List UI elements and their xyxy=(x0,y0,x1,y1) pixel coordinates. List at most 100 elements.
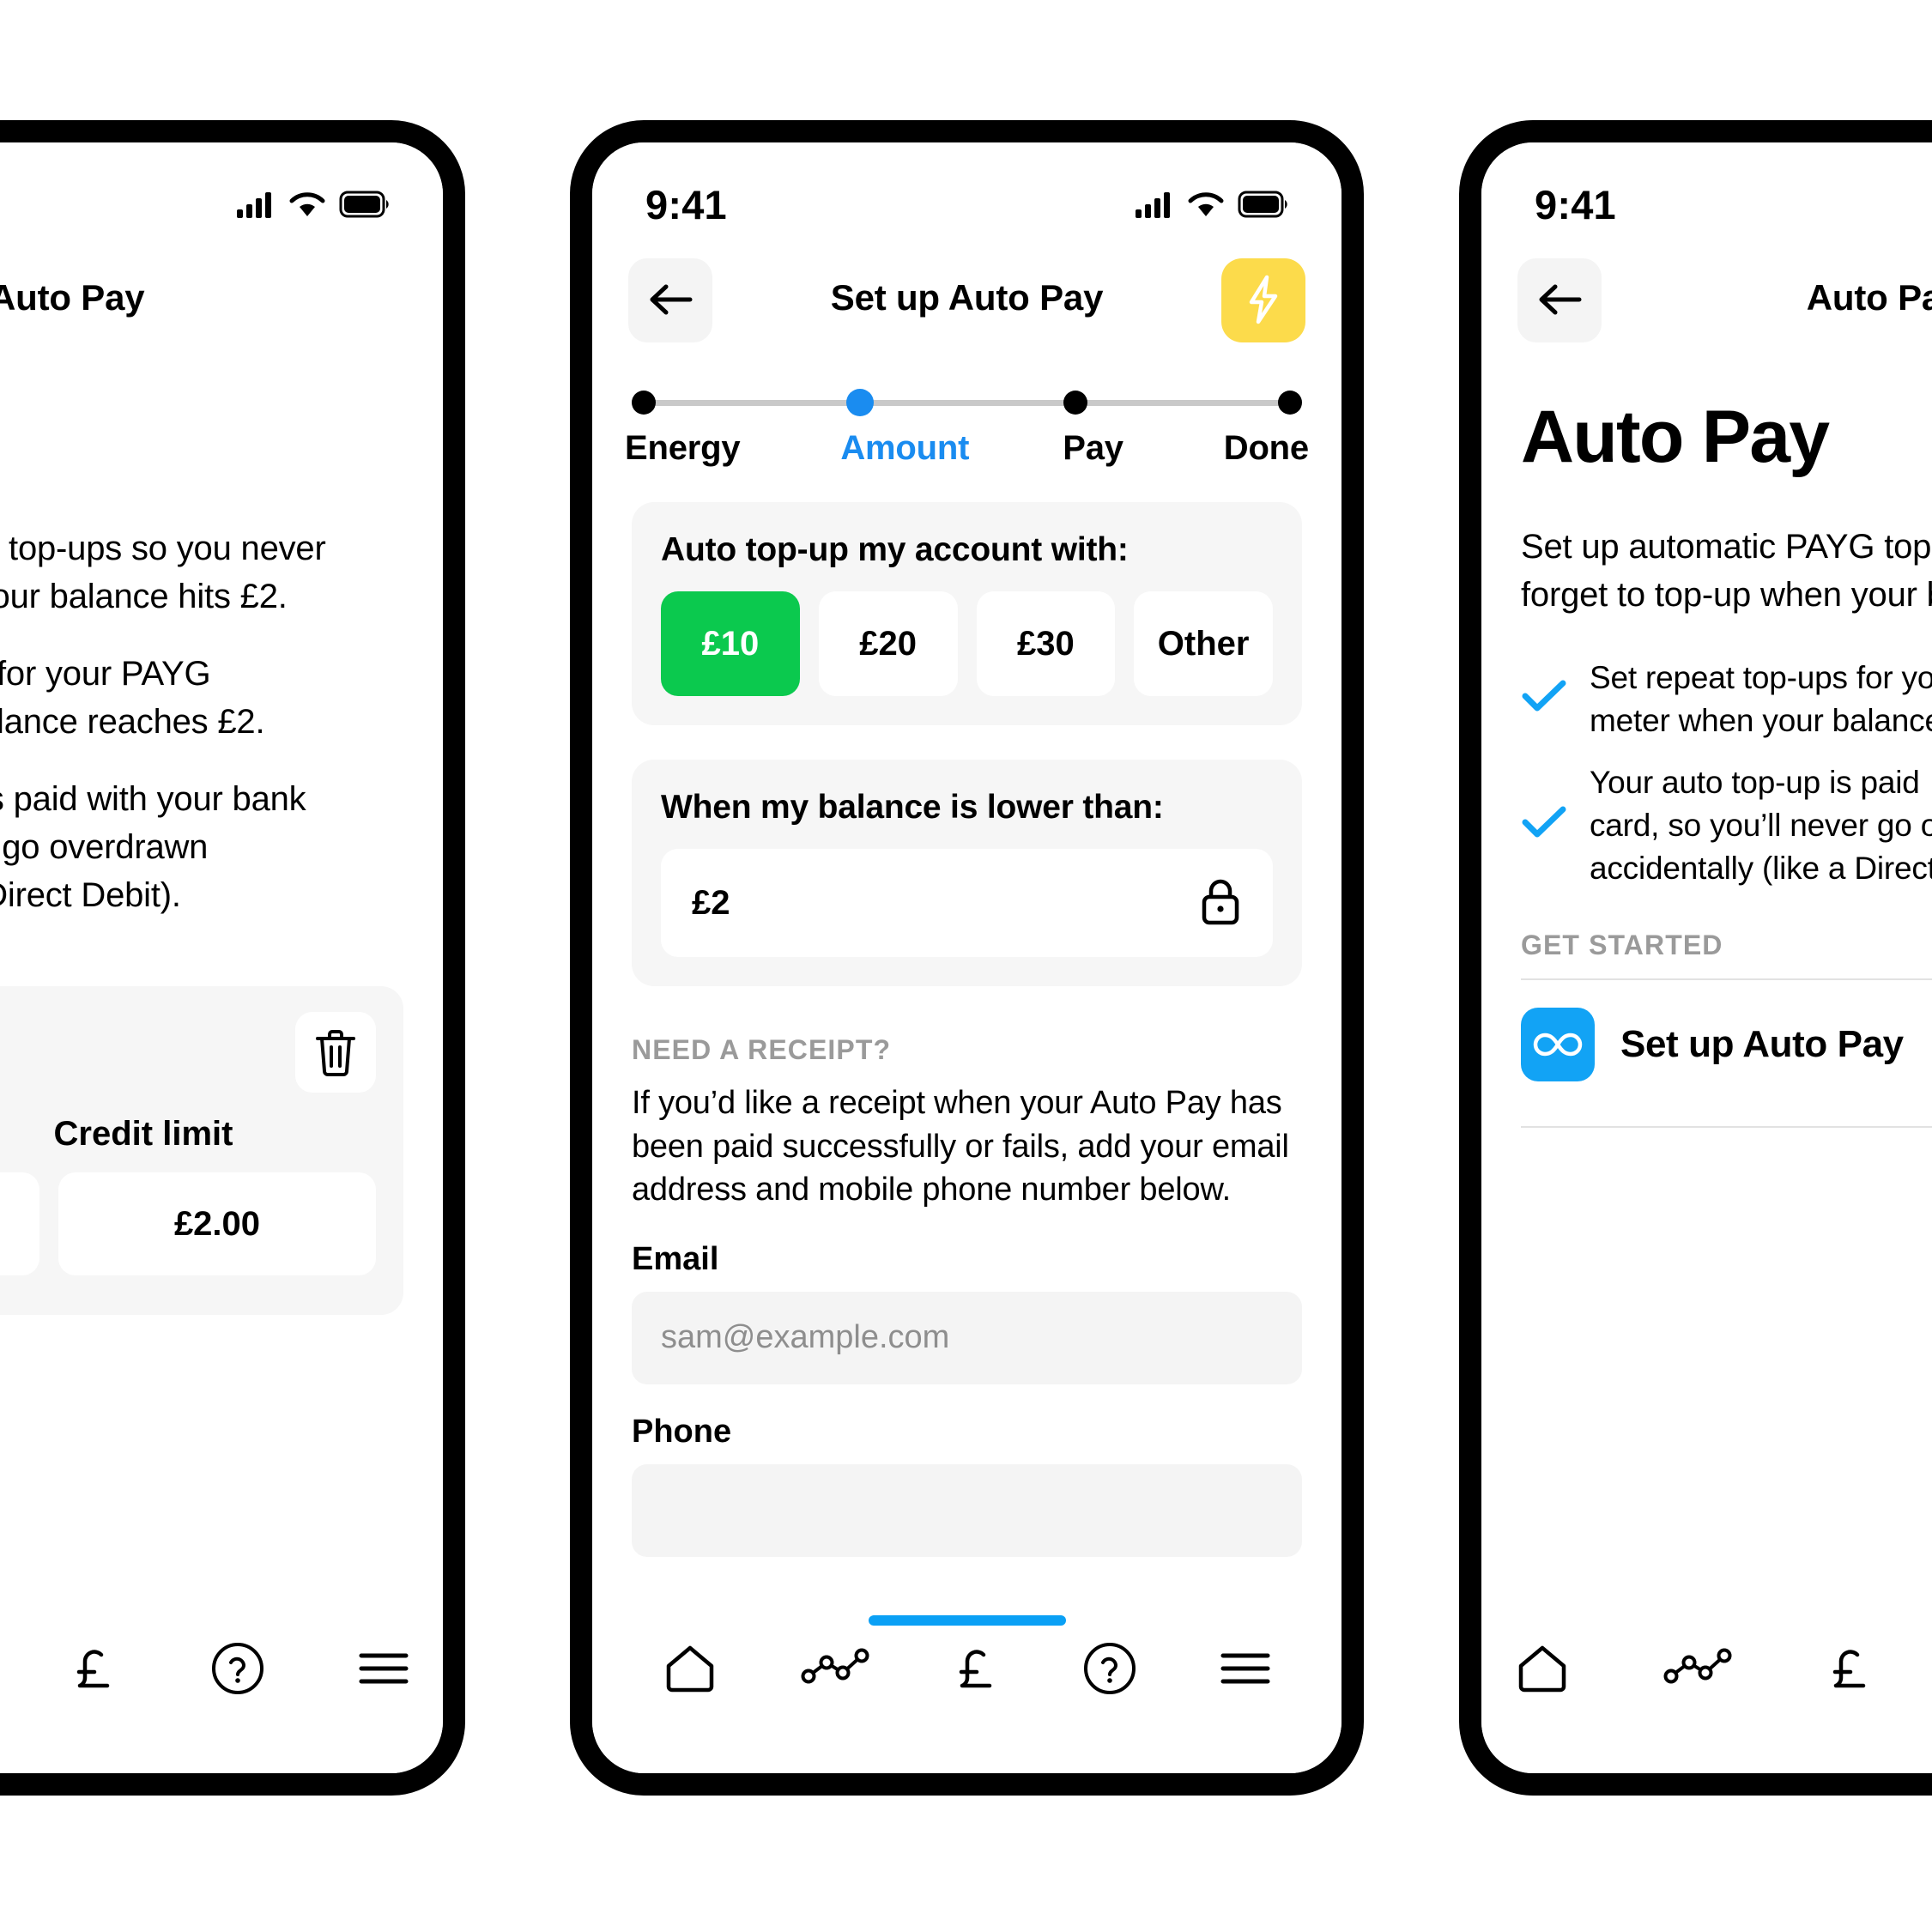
tab-home[interactable] xyxy=(663,1644,717,1698)
pound-icon xyxy=(70,1643,117,1699)
balance-threshold-card: When my balance is lower than: £2 xyxy=(632,760,1302,986)
center-status-bar: 9:41 xyxy=(592,142,1341,237)
pound-icon xyxy=(953,1643,999,1699)
cellular-icon xyxy=(1136,191,1173,218)
stepper-label-done: Done xyxy=(1223,429,1309,467)
home-icon xyxy=(663,1644,717,1698)
infinity-icon xyxy=(1521,1007,1595,1081)
arrow-left-icon xyxy=(1536,282,1583,319)
divider-bottom xyxy=(1521,1125,1932,1128)
tab-usage[interactable] xyxy=(1663,1647,1732,1694)
right-intro-text: Set up automatic PAYG top-u forget to to… xyxy=(1521,528,1932,614)
hamburger-icon xyxy=(359,1650,409,1691)
setup-auto-pay-label: Set up Auto Pay xyxy=(1620,1022,1904,1065)
stepper-dots xyxy=(632,389,1302,416)
balance-threshold-field[interactable]: £2 xyxy=(661,849,1273,957)
amount-option-other[interactable]: Other xyxy=(1134,591,1273,696)
back-button[interactable] xyxy=(628,258,712,342)
left-status-icons xyxy=(237,191,390,218)
check-icon xyxy=(1521,679,1567,719)
tab-menu[interactable] xyxy=(1220,1650,1270,1691)
left-heading-fragment: y xyxy=(0,383,403,468)
tab-payments[interactable] xyxy=(953,1643,999,1699)
center-content: Auto top-up my account with: £10 £20 £30… xyxy=(592,502,1341,1557)
amount-option-30[interactable]: £30 xyxy=(976,591,1116,696)
center-tab-bar xyxy=(592,1602,1341,1773)
auto-topup-title: Auto top-up my account with: xyxy=(661,531,1129,568)
lightning-bolt-button[interactable] xyxy=(1221,258,1305,342)
get-started-label: GET STARTED xyxy=(1521,929,1723,960)
tab-payments[interactable] xyxy=(1826,1643,1873,1699)
balance-threshold-title: When my balance is lower than: xyxy=(661,789,1164,826)
left-credit-limit-value[interactable]: £2.00 xyxy=(58,1172,376,1275)
tab-home[interactable] xyxy=(1516,1644,1569,1698)
phone-right: 9:41 Auto Pay Auto Pay Set up automatic … xyxy=(1459,120,1932,1796)
left-credit-limit-label: Credit limit xyxy=(53,1115,233,1153)
left-field-blank[interactable] xyxy=(0,1172,39,1275)
email-input[interactable]: sam@example.com xyxy=(632,1291,1302,1384)
list-item: Your auto top-up is paid card, so you’ll… xyxy=(1521,761,1932,890)
question-circle-icon xyxy=(1083,1642,1136,1699)
phone-label: Phone xyxy=(632,1413,732,1450)
trash-icon[interactable] xyxy=(295,1012,376,1093)
right-heading: Auto Pay xyxy=(1521,396,1830,478)
stepper-label-amount: Amount xyxy=(840,429,970,467)
tab-help[interactable] xyxy=(1083,1642,1136,1699)
left-status-bar xyxy=(0,142,443,237)
lock-icon xyxy=(1199,876,1242,930)
right-nav-bar: Auto Pay xyxy=(1481,237,1932,345)
center-status-time: 9:41 xyxy=(645,181,727,227)
benefit-text-1: Set repeat top-ups for yo meter when you… xyxy=(1590,660,1932,738)
balance-threshold-value: £2 xyxy=(692,883,730,922)
graph-icon xyxy=(801,1647,869,1694)
stepper-label-pay: Pay xyxy=(1063,429,1123,467)
left-page-title: Auto Pay xyxy=(0,277,145,318)
graph-icon xyxy=(1663,1647,1732,1694)
tab-menu[interactable] xyxy=(359,1650,409,1691)
left-nav-bar: Auto Pay xyxy=(0,237,443,345)
left-screen: Auto Pay y c PAYG top-ups so you never w… xyxy=(0,142,443,1773)
stepper-dot-pay[interactable] xyxy=(1063,391,1088,415)
screenshot-stage: Auto Pay y c PAYG top-ups so you never w… xyxy=(0,0,1932,1932)
right-screen: 9:41 Auto Pay Auto Pay Set up automatic … xyxy=(1481,142,1932,1773)
battery-icon xyxy=(1238,191,1288,218)
benefit-text-2: Your auto top-up is paid card, so you’ll… xyxy=(1590,764,1932,886)
hamburger-icon xyxy=(1220,1650,1270,1691)
back-button[interactable] xyxy=(1517,258,1602,342)
stepper-dot-amount[interactable] xyxy=(845,389,874,416)
phone-input[interactable] xyxy=(632,1463,1302,1557)
stepper-dot-done[interactable] xyxy=(1277,391,1302,415)
left-credit-limit-card: Credit limit £2.00 xyxy=(0,986,403,1315)
setup-auto-pay-row[interactable]: Set up Auto Pay xyxy=(1521,980,1932,1109)
lightning-bolt-icon xyxy=(1245,275,1282,327)
tab-help[interactable] xyxy=(211,1642,264,1699)
wifi-icon xyxy=(1187,191,1225,218)
check-icon xyxy=(1521,805,1567,845)
left-tab-bar xyxy=(0,1602,443,1773)
tab-usage[interactable] xyxy=(801,1647,869,1694)
list-item: Set repeat top-ups for yo meter when you… xyxy=(1521,657,1932,742)
stepper-dot-energy[interactable] xyxy=(632,391,656,415)
amount-option-20[interactable]: £20 xyxy=(818,591,958,696)
left-paragraph-1: c PAYG top-ups so you never when your ba… xyxy=(0,530,326,615)
right-body: Auto Pay Set up automatic PAYG top-u for… xyxy=(1481,395,1932,1128)
left-body: y c PAYG top-ups so you never when your … xyxy=(0,383,443,1315)
phone-center: 9:41 Set up Auto Pay Energy Amount Pay D… xyxy=(570,120,1364,1796)
left-credit-limit-fields: £2.00 xyxy=(0,1172,376,1275)
center-nav-bar: Set up Auto Pay xyxy=(592,237,1341,345)
amount-options: £10 £20 £30 Other xyxy=(661,591,1273,696)
question-circle-icon xyxy=(211,1642,264,1699)
right-tab-bar xyxy=(1481,1602,1932,1773)
arrow-left-icon xyxy=(647,282,693,319)
stepper-track xyxy=(632,389,1302,416)
stepper-labels: Energy Amount Pay Done xyxy=(625,429,1309,468)
stepper-label-energy: Energy xyxy=(625,429,741,467)
amount-option-10[interactable]: £10 xyxy=(661,591,800,696)
right-benefit-list: Set repeat top-ups for yo meter when you… xyxy=(1521,657,1932,890)
email-label: Email xyxy=(632,1240,719,1277)
center-screen: 9:41 Set up Auto Pay Energy Amount Pay D… xyxy=(592,142,1341,1773)
tab-payments[interactable] xyxy=(70,1643,117,1699)
home-icon xyxy=(1516,1644,1569,1698)
setup-stepper: Energy Amount Pay Done xyxy=(592,345,1341,468)
auto-topup-card: Auto top-up my account with: £10 £20 £30… xyxy=(632,502,1302,725)
